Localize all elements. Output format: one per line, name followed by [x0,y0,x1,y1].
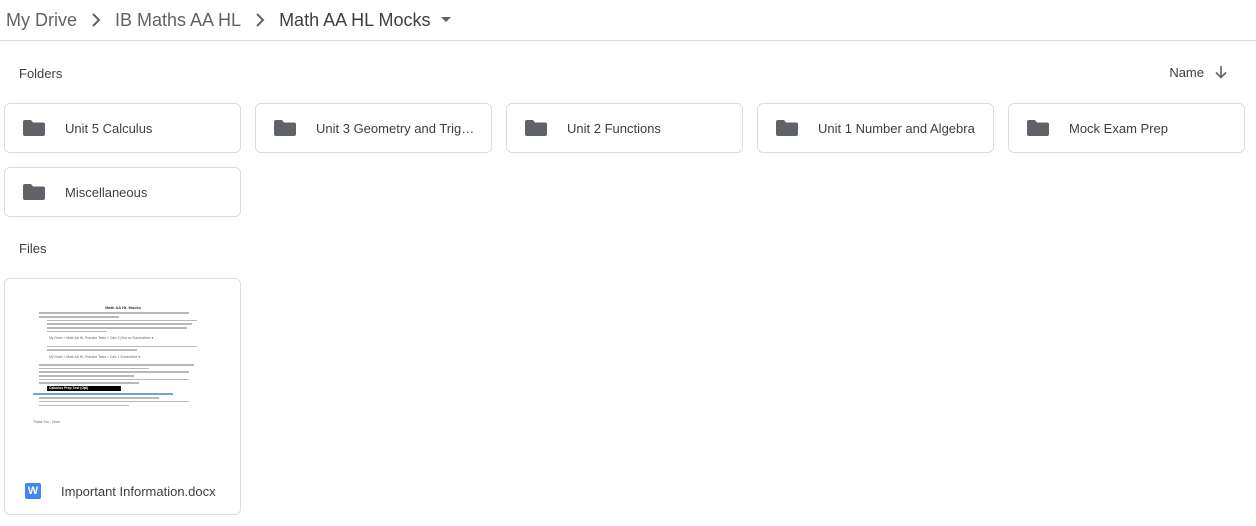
sort-label: Name [1169,64,1204,80]
folder-card-mock-exam-prep[interactable]: Mock Exam Prep [1008,103,1245,153]
preview-footer: Thank You - Drive [33,420,60,425]
file-card-important-information[interactable]: Math AA HL Mocks My Drive > Math AA HL P… [4,278,241,515]
folder-icon [776,120,798,136]
preview-highlight: Calculus Prep Test (Opt) [47,386,121,392]
arrow-down-icon [1215,66,1227,79]
folder-icon [23,184,45,200]
folder-icon [525,120,547,136]
preview-breadcrumb-2: My Drive > Math AA HL Practice Tests > C… [49,354,141,359]
folder-name: Unit 2 Functions [567,120,661,136]
chevron-right-icon [83,0,109,40]
folder-card-unit-2-functions[interactable]: Unit 2 Functions [506,103,743,153]
folder-name: Unit 1 Number and Algebra [818,120,975,136]
chevron-down-icon[interactable] [438,0,454,40]
chevron-right-icon [247,0,273,40]
preview-title: Math AA HL Mocks [105,305,141,310]
file-footer: W Important Information.docx [5,479,240,503]
file-name: Important Information.docx [61,483,216,499]
folder-name: Mock Exam Prep [1069,120,1168,136]
sort-by-name-button[interactable]: Name [1169,61,1228,83]
folder-name: Miscellaneous [65,184,148,200]
folder-card-unit-5-calculus[interactable]: Unit 5 Calculus [4,103,241,153]
folder-icon [1027,120,1049,136]
preview-breadcrumb-1: My Drive > Math AA HL Practice Tests > C… [49,336,154,341]
folder-name: Unit 5 Calculus [65,120,153,136]
word-doc-icon: W [25,483,41,499]
folders-section-label: Folders [19,66,63,81]
header-divider [0,40,1256,41]
folder-card-unit-3-geometry[interactable]: Unit 3 Geometry and Trigonometry [255,103,492,153]
folder-icon [23,120,45,136]
breadcrumb: My Drive IB Maths AA HL Math AA HL Mocks [0,0,1256,40]
document-preview: Math AA HL Mocks My Drive > Math AA HL P… [33,305,213,425]
breadcrumb-my-drive[interactable]: My Drive [0,10,83,31]
folder-name: Unit 3 Geometry and Trigonometry [316,120,491,136]
folder-card-miscellaneous[interactable]: Miscellaneous [4,167,241,217]
folder-icon [274,120,296,136]
files-section-label: Files [19,241,47,256]
document-thumbnail: Math AA HL Mocks My Drive > Math AA HL P… [5,279,240,462]
breadcrumb-current-folder[interactable]: Math AA HL Mocks [273,10,436,31]
breadcrumb-ib-maths[interactable]: IB Maths AA HL [109,10,247,31]
folder-card-unit-1-number-algebra[interactable]: Unit 1 Number and Algebra [757,103,994,153]
